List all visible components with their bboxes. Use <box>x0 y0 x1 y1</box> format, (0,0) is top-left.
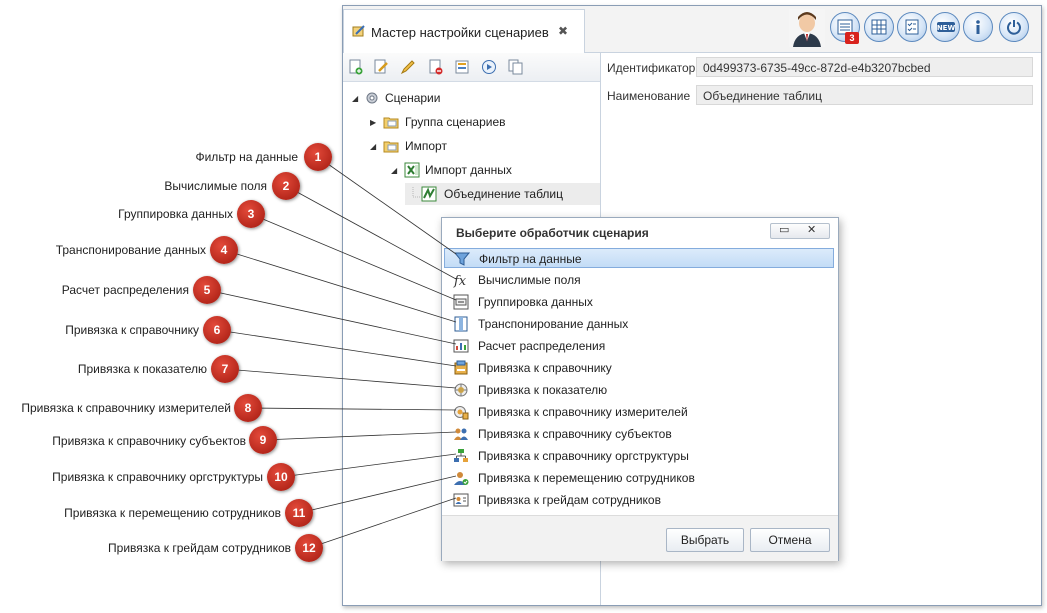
handler-label: Привязка к показателю <box>478 383 608 397</box>
dialog-title: Выберите обработчик сценария <box>456 226 649 240</box>
grid-icon <box>871 19 887 35</box>
callout-label-11: Привязка к перемещению сотрудников <box>64 506 281 520</box>
handler-label: Привязка к перемещению сотрудников <box>478 471 695 485</box>
dialog-footer: Выбрать Отмена <box>442 515 838 561</box>
tab-label: Мастер настройки сценариев <box>371 25 549 40</box>
tab-bar: Мастер настройки сценариев ✖ 3 NEW <box>343 6 1041 53</box>
window-controls: ▭ ✕ <box>770 223 830 239</box>
handler-item[interactable]: Привязка к справочнику оргструктуры <box>444 446 834 466</box>
name-field[interactable]: Объединение таблиц <box>696 85 1033 105</box>
handler-item[interactable]: Привязка к справочнику измерителей <box>444 402 834 422</box>
callout-label-6: Привязка к справочнику <box>65 323 199 337</box>
group-icon <box>453 294 469 310</box>
handler-label: Привязка к справочнику измерителей <box>478 405 688 419</box>
callout-label-8: Привязка к справочнику измерителей <box>21 401 231 415</box>
callout-badge-2: 2 <box>272 172 300 200</box>
callout-badge-6: 6 <box>203 316 231 344</box>
handler-item[interactable]: Привязка к грейдам сотрудников <box>444 490 834 510</box>
callout-badge-11: 11 <box>285 499 313 527</box>
select-handler-dialog: Выберите обработчик сценария ▭ ✕ Фильтр … <box>441 217 839 561</box>
user-avatar-icon[interactable] <box>789 9 825 47</box>
callout-label-7: Привязка к показателю <box>77 362 207 376</box>
handler-label: Расчет распределения <box>478 339 606 353</box>
power-icon <box>1007 20 1021 35</box>
handler-label: Привязка к справочнику <box>478 361 612 375</box>
callout-label-12: Привязка к грейдам сотрудников <box>108 541 291 555</box>
callout-badge-1: 1 <box>304 143 332 171</box>
indicator-icon <box>454 383 468 397</box>
callout-label-1: Фильтр на данные <box>195 150 298 164</box>
maximize-icon[interactable]: ▭ <box>779 223 789 236</box>
handler-item[interactable]: Группировка данных <box>444 292 834 312</box>
close-icon[interactable]: ✕ <box>807 223 816 236</box>
employee-transfer-icon <box>454 472 469 485</box>
svg-text:NEW: NEW <box>937 24 955 32</box>
handler-label: Группировка данных <box>478 295 593 309</box>
callout-badge-9: 9 <box>249 426 277 454</box>
grid-button[interactable] <box>864 12 894 42</box>
checklist-icon <box>905 19 919 35</box>
name-label: Наименование <box>607 89 691 103</box>
callout-badge-12: 12 <box>295 534 323 562</box>
filter-icon <box>454 252 470 266</box>
handler-item[interactable]: Расчет распределения <box>444 336 834 356</box>
directory-icon <box>454 360 468 375</box>
callout-label-2: Вычислимые поля <box>164 179 267 193</box>
tab-scenario-wizard[interactable]: Мастер настройки сценариев ✖ <box>343 9 585 53</box>
new-button[interactable]: NEW <box>930 12 960 42</box>
handler-label: Фильтр на данные <box>479 252 582 266</box>
callout-badge-4: 4 <box>210 236 238 264</box>
handler-label: Вычислимые поля <box>478 273 581 287</box>
handler-label: Транспонирование данных <box>478 317 629 331</box>
callout-label-10: Привязка к справочнику оргструктуры <box>52 470 263 484</box>
measures-icon <box>454 406 469 420</box>
function-icon: fx <box>453 274 467 288</box>
handler-item[interactable]: Привязка к перемещению сотрудников <box>444 468 834 488</box>
handler-label: Привязка к справочнику субъектов <box>478 427 672 441</box>
info-button[interactable] <box>963 12 993 42</box>
callout-label-5: Расчет распределения <box>61 283 189 297</box>
cancel-button[interactable]: Отмена <box>750 528 830 552</box>
new-icon: NEW <box>937 22 955 32</box>
svg-text:fx: fx <box>453 274 467 288</box>
callout-label-3: Группировка данных <box>118 207 233 221</box>
subjects-icon <box>454 428 468 440</box>
handler-item[interactable]: Фильтр на данные <box>444 248 834 268</box>
handler-item[interactable]: Привязка к справочнику <box>444 358 834 378</box>
handler-item[interactable]: fx Вычислимые поля <box>444 270 834 290</box>
employee-grade-icon <box>453 493 469 507</box>
callout-badge-10: 10 <box>267 463 295 491</box>
callout-badge-8: 8 <box>234 394 262 422</box>
select-button[interactable]: Выбрать <box>666 528 744 552</box>
callout-badge-3: 3 <box>237 200 265 228</box>
handler-item[interactable]: Транспонирование данных <box>444 314 834 334</box>
power-button[interactable] <box>999 12 1029 42</box>
close-icon[interactable]: ✖ <box>558 24 568 38</box>
id-field[interactable]: 0d499373-6735-49cc-872d-e4b3207bcbed <box>696 57 1033 77</box>
callout-badge-5: 5 <box>193 276 221 304</box>
wizard-icon <box>352 25 365 37</box>
org-structure-icon <box>454 449 468 462</box>
callout-badge-7: 7 <box>211 355 239 383</box>
handler-label: Привязка к грейдам сотрудников <box>478 493 661 507</box>
transpose-icon <box>454 316 468 332</box>
handler-item[interactable]: Привязка к показателю <box>444 380 834 400</box>
handler-label: Привязка к справочнику оргструктуры <box>478 449 689 463</box>
handler-item[interactable]: Привязка к справочнику субъектов <box>444 424 834 444</box>
id-label: Идентификатор <box>607 61 696 75</box>
info-icon <box>976 20 980 34</box>
checklist-button[interactable] <box>897 12 927 42</box>
callout-label-9: Привязка к справочнику субъектов <box>52 434 246 448</box>
notification-badge: 3 <box>845 32 859 44</box>
distribution-icon <box>453 339 469 353</box>
callout-label-4: Транспонирование данных <box>55 243 206 257</box>
